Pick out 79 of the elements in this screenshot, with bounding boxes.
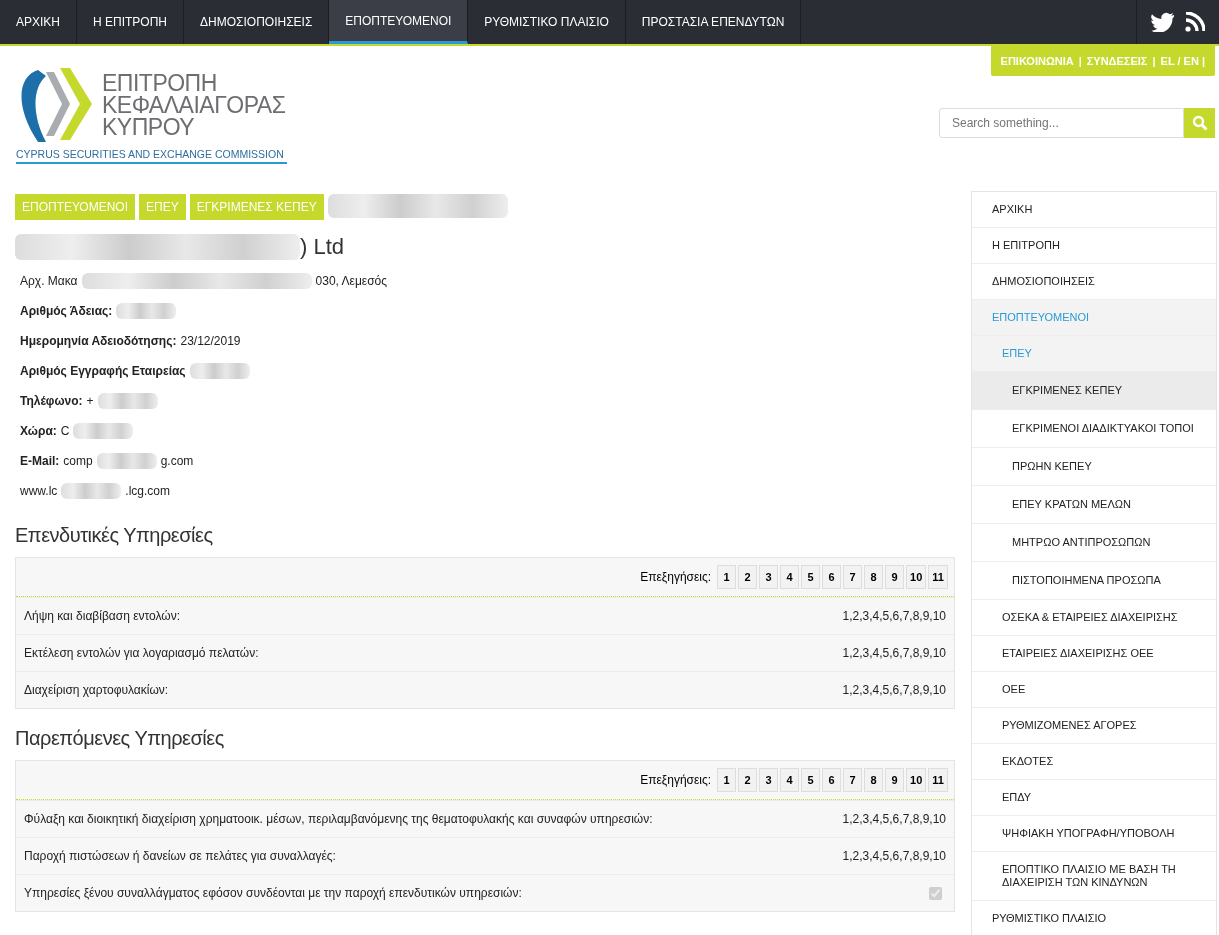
logo-text: ΕΠΙΤΡΟΠΗ	[102, 72, 218, 94]
legend-number-button[interactable]: 7	[843, 768, 863, 792]
bird-icon[interactable]	[1151, 12, 1175, 32]
sidebar-item[interactable]: ΟΕΕ	[972, 672, 1216, 708]
logo-text: ΚΥΠΡΟΥ	[102, 116, 196, 138]
sidebar-item[interactable]: ΨΗΦΙΑΚΗ ΥΠΟΓΡΑΦΗ/ΥΠΟΒΟΛΗ	[972, 816, 1216, 852]
service-name: Εκτέλεση εντολών για λογαριασμό πελατών:	[24, 646, 259, 660]
sidebar-item[interactable]: ΜΗΤΡΩΟ ΑΝΤΙΠΡΟΣΩΠΩΝ	[972, 524, 1216, 562]
legend-number-button[interactable]: 3	[759, 565, 779, 589]
sidebar-item[interactable]: ΕΠΟΠΤΙΚΟ ΠΛΑΙΣΙΟ ΜΕ ΒΑΣΗ ΤΗ ΔΙΑΧΕΙΡΙΣΗ ΤΩΝ ΚΙΝΔΥΝΩΝ	[972, 852, 1216, 901]
legend-number-button[interactable]: 10	[906, 565, 927, 589]
service-name: Υπηρεσίες ξένου συναλλάγματος εφόσον συνδέονται με την παροχή επενδυτικών υπηρεσιών:	[24, 886, 522, 900]
service-name: Παροχή πιστώσεων ή δανείων σε πελάτες για συναλλαγές:	[24, 849, 336, 863]
legend-number-button[interactable]: 8	[864, 768, 884, 792]
service-codes: 1,2,3,4,5,6,7,8,9,10	[842, 812, 946, 826]
legend-number-button[interactable]: 10	[906, 768, 927, 792]
detail-value: comp	[63, 454, 93, 468]
legend-number-button[interactable]: 5	[801, 768, 821, 792]
sidebar-item[interactable]: ΕΤΑΙΡΕΙΕΣ ΔΙΑΧΕΙΡΙΣΗΣ ΟΕΕ	[972, 636, 1216, 672]
sidebar-item[interactable]: ΕΓΚΡΙΜΕΝΕΣ ΚΕΠΕΥ	[972, 372, 1216, 410]
nav-tab[interactable]: ΕΠΟΠΤΕΥΟΜΕΝΟΙ	[329, 0, 469, 44]
detail-label: Αριθμός Άδειας:	[20, 304, 113, 318]
sidebar-item[interactable]: ΕΠΕΥ ΚΡΑΤΩΝ ΜΕΛΩΝ	[972, 486, 1216, 524]
detail-value: C	[60, 424, 70, 438]
legend-number-button[interactable]: 6	[822, 565, 842, 589]
legend-number-button[interactable]: 9	[885, 565, 905, 589]
legend-number-button[interactable]: 5	[801, 565, 821, 589]
detail-label: Χώρα:	[20, 424, 57, 438]
sidebar-item[interactable]: ΕΓΚΡΙΜΕΝΟΙ ΔΙΑΔΙΚΤΥΑΚΟΙ ΤΟΠΟΙ	[972, 410, 1216, 448]
service-name: Λήψη και διαβίβαση εντολών:	[24, 609, 181, 623]
legend-number-button[interactable]: 4	[780, 565, 800, 589]
detail-value: 030, Λεμεσός	[315, 274, 388, 288]
legend-number-button[interactable]: 2	[738, 768, 758, 792]
legend-number-button[interactable]: 11	[928, 768, 948, 792]
sidebar-item[interactable]: ΡΥΘΜΙΖΟΜΕΝΕΣ ΑΓΟΡΕΣ	[972, 708, 1216, 744]
service-codes: 1,2,3,4,5,6,7,8,9,10	[842, 683, 946, 697]
legend-number-button[interactable]: 3	[759, 768, 779, 792]
sidebar-item[interactable]: ΕΠΔΥ	[972, 780, 1216, 816]
legend-number-button[interactable]: 11	[928, 565, 948, 589]
detail-value: www.lc	[20, 484, 58, 498]
sidebar-item[interactable]: ΑΡΧΙΚΗ	[972, 192, 1216, 228]
detail-label: Τηλέφωνο:	[20, 394, 83, 408]
search-icon	[1191, 115, 1208, 131]
sidebar-item[interactable]: Η ΕΠΙΤΡΟΠΗ	[972, 228, 1216, 264]
legend-number-button[interactable]: 9	[885, 768, 905, 792]
legend-label: Επεξηγήσεις:	[640, 570, 712, 584]
rss-icon[interactable]	[1185, 12, 1205, 32]
service-name: Φύλαξη και διοικητική διαχείριση χρηματοοικ. μέσων, περιλαμβανόμενης της θεματοφυλακής και συναφών υπηρεσιών:	[24, 812, 653, 826]
service-codes: 1,2,3,4,5,6,7,8,9,10	[842, 849, 946, 863]
detail-value: +	[86, 394, 94, 408]
logo-subtitle: CYPRUS SECURITIES AND EXCHANGE COMMISSION	[16, 144, 287, 164]
service-codes: 1,2,3,4,5,6,7,8,9,10	[842, 646, 946, 660]
sidebar-item[interactable]: ΟΣΕΚΑ & ΕΤΑΙΡΕΙΕΣ ΔΙΑΧΕΙΡΙΣΗΣ	[972, 600, 1216, 636]
logo-text: ΚΕΦΑΛΑΙΑΓΟΡΑΣ	[102, 94, 286, 116]
legend-number-button[interactable]: 8	[864, 565, 884, 589]
legend-number-button[interactable]: 1	[717, 768, 737, 792]
search-field[interactable]: Search something...	[939, 108, 1184, 138]
legend-number-button[interactable]: 2	[738, 565, 758, 589]
legend-number-button[interactable]: 6	[822, 768, 842, 792]
detail-value: .lcg.com	[125, 484, 171, 498]
legend-label: Επεξηγήσεις:	[640, 773, 712, 787]
detail-value: g.com	[160, 454, 194, 468]
legend-number-button[interactable]: 7	[843, 565, 863, 589]
sidebar-item[interactable]: ΡΥΘΜΙΣΤΙΚΟ ΠΛΑΙΣΙΟ	[972, 901, 1216, 935]
detail-value: Αρχ. Μακα	[20, 274, 78, 288]
detail-label: Αριθμός Εγγραφής Εταιρείας	[20, 364, 186, 378]
section-heading: Παρεπόμενες Υπηρεσίες	[15, 727, 225, 750]
detail-label: Ημερομηνία Αδειοδότησης:	[20, 334, 177, 348]
service-codes: 1,2,3,4,5,6,7,8,9,10	[842, 609, 946, 623]
detail-value: 23/12/2019	[180, 334, 241, 348]
legend-number-button[interactable]: 1	[717, 565, 737, 589]
detail-label: E-Mail:	[20, 454, 60, 468]
sidebar-item[interactable]: ΕΚΔΟΤΕΣ	[972, 744, 1216, 780]
sidebar-item[interactable]: ΠΡΩΗΝ ΚΕΠΕΥ	[972, 448, 1216, 486]
service-name: Διαχείριση χαρτοφυλακίων:	[24, 683, 169, 697]
sidebar-item[interactable]: ΠΙΣΤΟΠΟΙΗΜΕΝΑ ΠΡΟΣΩΠΑ	[972, 562, 1216, 600]
company-title: ) Ltd	[300, 234, 345, 260]
section-heading: Επενδυτικές Υπηρεσίες	[15, 524, 214, 547]
legend-number-button[interactable]: 4	[780, 768, 800, 792]
